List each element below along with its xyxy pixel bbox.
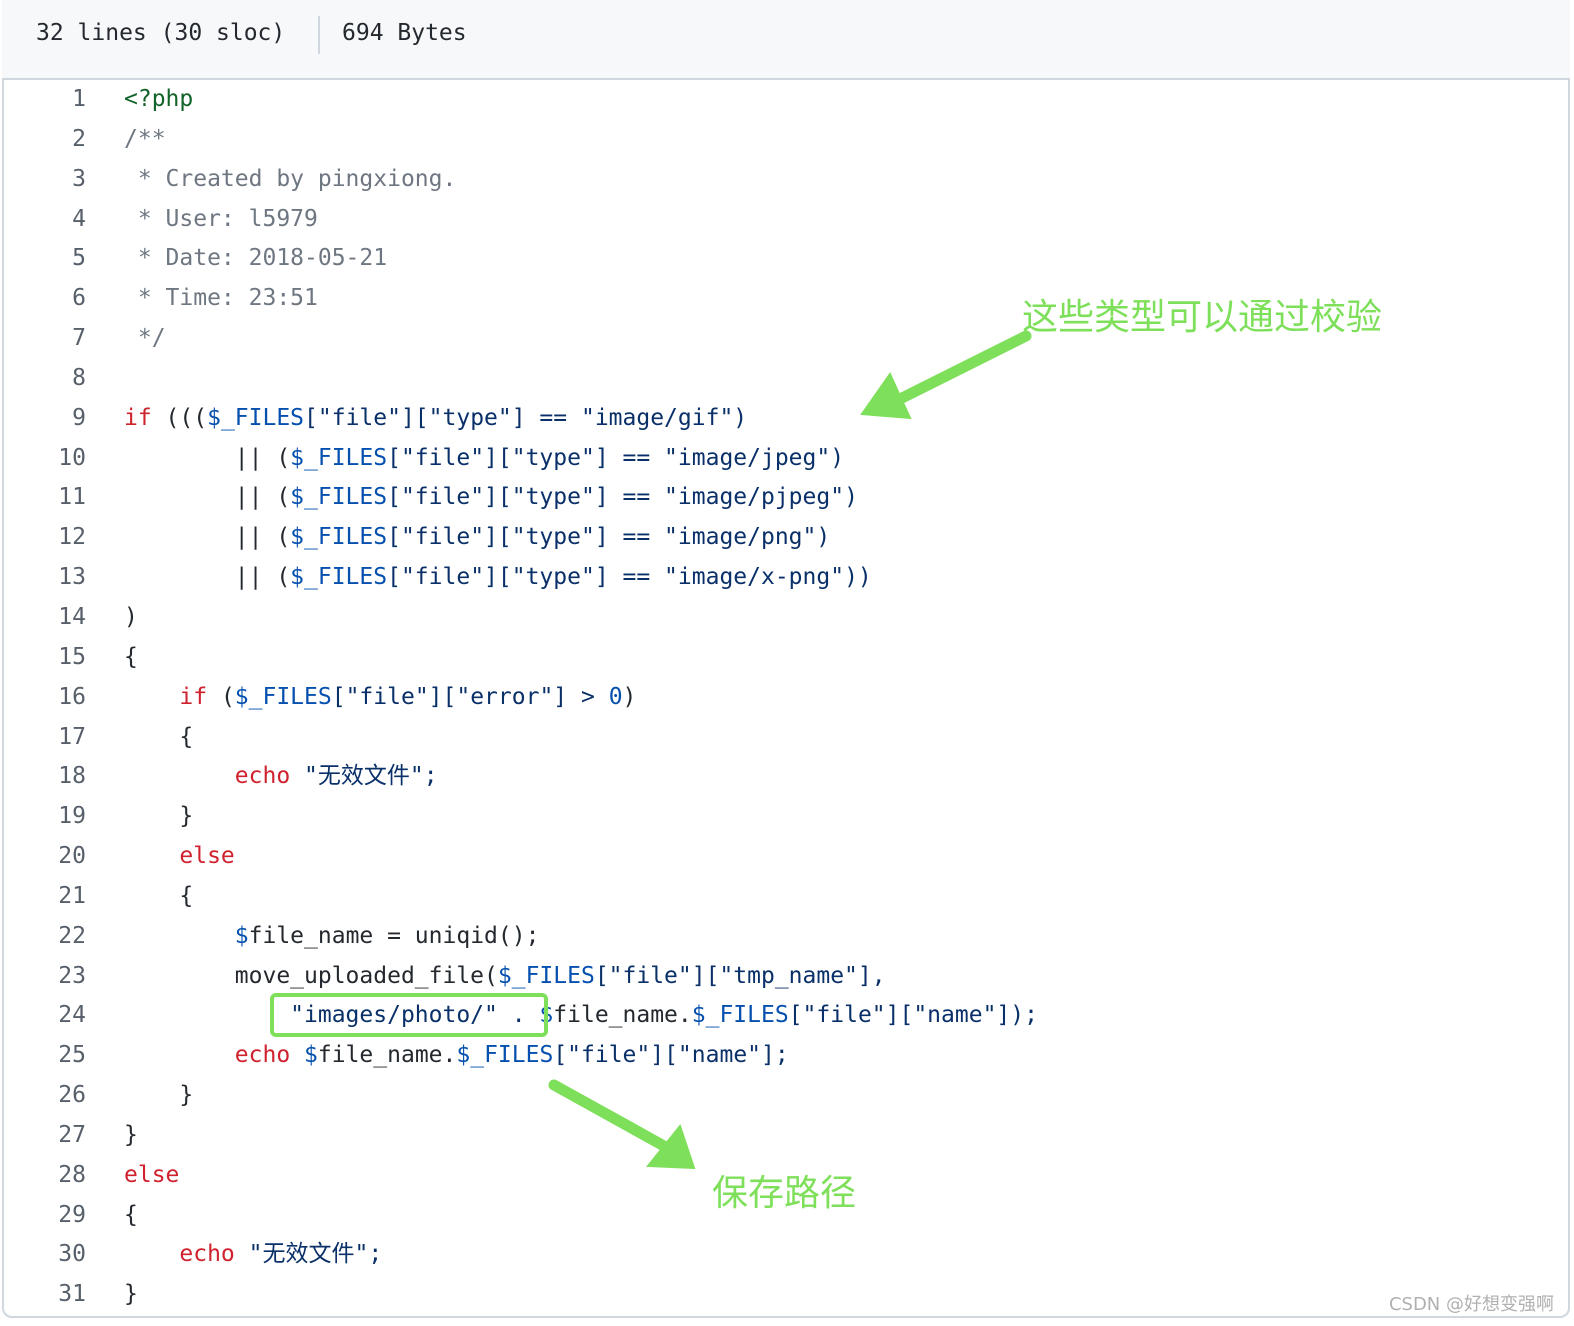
arrow-to-save-path: [548, 1079, 696, 1170]
annotation-arrows: [548, 330, 1032, 1170]
arrow-to-type-check: [860, 330, 1032, 420]
watermark: CSDN @好想变强啊: [1388, 1294, 1554, 1315]
